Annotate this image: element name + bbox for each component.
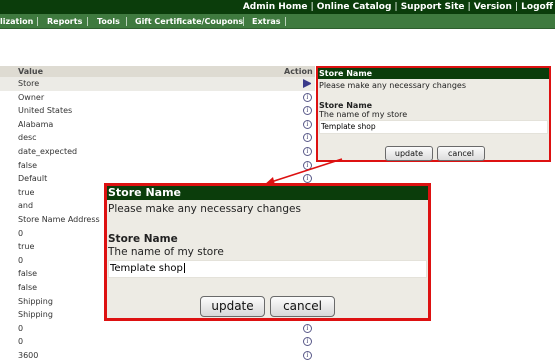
update-button[interactable]: update xyxy=(200,296,265,317)
table-row[interactable]: 3600 i xyxy=(0,349,315,360)
link-separator: | xyxy=(394,2,398,12)
menu-divider xyxy=(37,17,38,26)
menu-gift-certificates[interactable]: Gift Certificate/Coupons xyxy=(135,14,243,29)
row-value: 3600 xyxy=(18,351,39,360)
row-value: Owner xyxy=(18,92,45,102)
edit-panel-title: Store Name xyxy=(107,186,428,200)
table-row[interactable]: 0i xyxy=(0,335,315,349)
store-name-input[interactable]: Template shop xyxy=(108,260,427,278)
admin-top-bar: Admin Home | Online Catalog | Support Site | V… xyxy=(0,0,555,14)
row-value: false xyxy=(18,283,38,292)
admin-home-link[interactable]: Admin Home xyxy=(243,2,308,12)
online-catalog-link[interactable]: Online Catalog xyxy=(317,2,392,12)
row-value: Alabama xyxy=(18,119,54,129)
main-menu-bar: lization Reports Tools Gift Certificate/… xyxy=(0,14,555,29)
edit-panel-instruction: Please make any necessary changes xyxy=(108,203,301,215)
text-caret xyxy=(183,263,185,273)
version-link[interactable]: Version xyxy=(474,2,512,12)
edit-panel-title: Store Name xyxy=(318,68,549,79)
info-icon[interactable]: i xyxy=(303,106,312,116)
row-value: desc xyxy=(18,133,37,143)
table-row[interactable]: Alabama i xyxy=(0,118,315,132)
row-value: true xyxy=(18,242,35,252)
link-separator: | xyxy=(467,2,471,12)
store-name-input[interactable]: Template shop xyxy=(319,120,548,134)
column-header-value: Value xyxy=(18,67,44,76)
row-value: date_expected xyxy=(18,147,78,156)
info-icon[interactable]: i xyxy=(303,92,312,102)
row-value: Shipping xyxy=(18,296,53,306)
store-name-value: Template shop xyxy=(110,263,183,274)
table-row[interactable]: 0i xyxy=(0,322,315,336)
edit-panel-field-description: The name of my store xyxy=(108,246,224,258)
edit-panel-instruction: Please make any necessary changes xyxy=(319,81,466,90)
edit-panel-zoomed: Store Name Please make any necessary cha… xyxy=(104,183,431,321)
row-value: Store Name Address xyxy=(18,215,100,224)
row-value: United States xyxy=(18,106,73,116)
update-button[interactable]: update xyxy=(385,146,433,161)
table-row[interactable]: desc i xyxy=(0,131,315,145)
menu-tools[interactable]: Tools xyxy=(97,14,120,29)
edit-panel: Store Name Please make any necessary cha… xyxy=(316,66,551,162)
edit-panel-field-description: The name of my store xyxy=(319,110,408,119)
link-separator: | xyxy=(310,2,314,12)
row-value: false xyxy=(18,269,38,279)
info-icon[interactable]: i xyxy=(303,147,312,156)
row-value: 0 xyxy=(18,337,24,347)
info-icon[interactable]: i xyxy=(303,119,312,129)
cancel-button[interactable]: cancel xyxy=(270,296,335,317)
info-icon[interactable]: i xyxy=(303,337,312,347)
row-value: true xyxy=(18,187,35,197)
top-links: Admin Home | Online Catalog | Support Site | V… xyxy=(243,0,553,14)
edit-panel-field-label: Store Name xyxy=(108,233,178,245)
row-value: Shipping xyxy=(18,310,53,320)
column-header-action: Action xyxy=(284,67,313,76)
menu-divider xyxy=(243,17,244,26)
row-value: 0 xyxy=(18,255,24,265)
row-value: 0 xyxy=(18,323,24,333)
cancel-button[interactable]: cancel xyxy=(437,146,485,161)
menu-divider xyxy=(87,17,88,26)
link-separator: | xyxy=(514,2,519,12)
menu-localization[interactable]: lization xyxy=(0,14,33,29)
menu-divider xyxy=(126,17,127,26)
table-row[interactable]: date_expected i xyxy=(0,145,315,159)
info-icon[interactable]: i xyxy=(303,133,312,143)
menu-extras[interactable]: Extras xyxy=(252,14,281,29)
arrow-icon[interactable] xyxy=(303,79,312,88)
logoff-link[interactable]: Logoff xyxy=(521,2,553,12)
table-row[interactable]: Store xyxy=(0,77,315,91)
row-value: Default xyxy=(18,174,48,184)
support-site-link[interactable]: Support Site xyxy=(401,2,465,12)
menu-divider xyxy=(285,17,286,26)
row-value: 0 xyxy=(18,228,24,238)
table-header: Value Action xyxy=(0,66,315,77)
edit-panel-field-label: Store Name xyxy=(319,101,373,110)
menu-reports[interactable]: Reports xyxy=(47,14,82,29)
row-value: Store xyxy=(18,79,40,88)
table-row[interactable]: United States i xyxy=(0,104,315,118)
table-row[interactable]: Owner i xyxy=(0,91,315,105)
row-value: false xyxy=(18,160,38,170)
row-value: and xyxy=(18,201,34,211)
info-icon[interactable]: i xyxy=(303,323,312,333)
info-icon[interactable]: i xyxy=(303,351,312,360)
